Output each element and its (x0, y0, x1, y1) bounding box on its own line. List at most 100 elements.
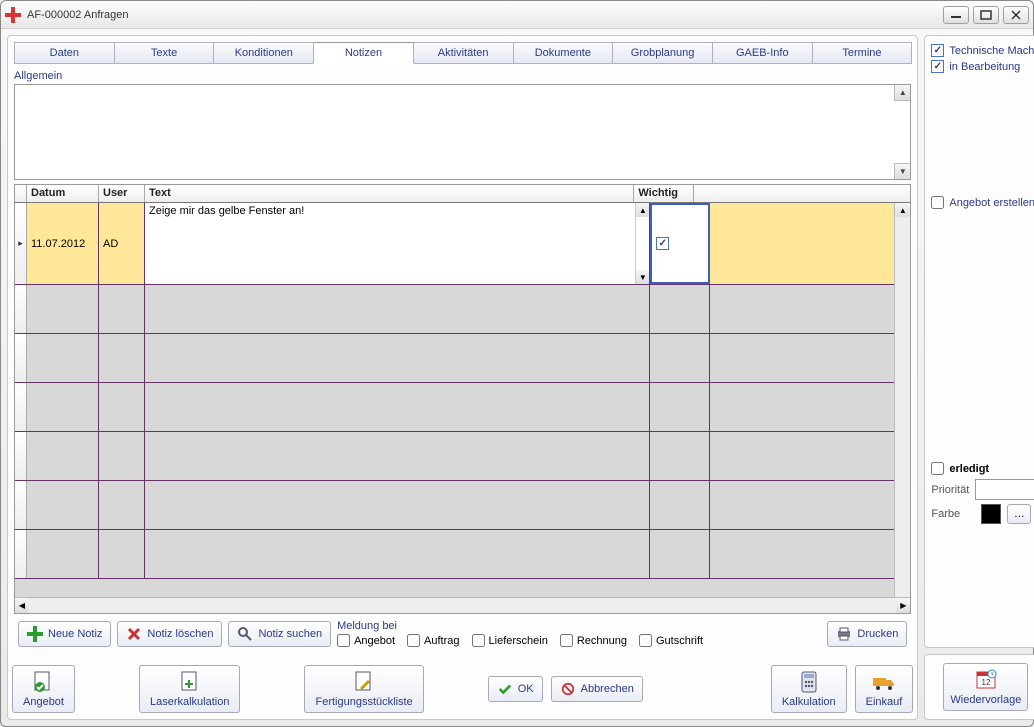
search-icon (237, 626, 253, 642)
window-controls (943, 6, 1029, 24)
chk-angebot-erstellen[interactable]: Angebot erstellen (931, 196, 1034, 209)
btn-label: Kalkulation (782, 696, 836, 708)
checkbox[interactable] (560, 634, 573, 647)
tab-konditionen[interactable]: Konditionen (213, 42, 314, 64)
header-text[interactable]: Text (145, 185, 634, 202)
color-swatch[interactable] (981, 504, 1001, 524)
minimize-button[interactable] (943, 6, 969, 24)
document-plus-icon (178, 670, 202, 694)
grid-hscroll[interactable]: ◀ ▶ (15, 597, 910, 613)
delete-note-button[interactable]: Notiz löschen (117, 621, 222, 647)
chk-lieferschein[interactable]: Lieferschein (472, 634, 548, 647)
btn-label: Fertigungsstückliste (315, 696, 412, 708)
allgemein-label: Allgemein (14, 70, 911, 82)
close-button[interactable] (1003, 6, 1029, 24)
btn-label: Angebot (23, 696, 64, 708)
tab-grobplanung[interactable]: Grobplanung (612, 42, 713, 64)
kalkulation-button[interactable]: Kalkulation (771, 665, 847, 713)
document-check-icon (31, 670, 55, 694)
tab-texte[interactable]: Texte (114, 42, 215, 64)
cell-text-value: Zeige mir das gelbe Fenster an! (149, 205, 304, 217)
btn-label: OK (518, 683, 534, 695)
chk-erledigt[interactable]: erledigt (931, 462, 1034, 475)
header-rest (694, 185, 894, 202)
tabbar: Daten Texte Konditionen Notizen Aktivitä… (8, 36, 917, 64)
checkbox-checked-icon[interactable]: ✓ (931, 60, 944, 73)
side-panel: ✓ Technische Machbarkeit ✓ in Bearbeitun… (924, 35, 1034, 720)
btn-label: Wiedervorlage (950, 694, 1021, 706)
checkbox[interactable] (639, 634, 652, 647)
farbe-label: Farbe (931, 508, 975, 520)
wichtig-checkbox[interactable]: ✓ (656, 237, 669, 250)
checkbox[interactable] (931, 462, 944, 475)
checkbox[interactable] (472, 634, 485, 647)
checkbox[interactable] (337, 634, 350, 647)
einkauf-button[interactable]: Einkauf (855, 665, 914, 713)
scroll-left-icon[interactable]: ◀ (15, 598, 29, 613)
empty-row (15, 530, 910, 579)
header-user[interactable]: User (99, 185, 145, 202)
search-note-button[interactable]: Notiz suchen (228, 621, 331, 647)
scroll-down-icon[interactable]: ▼ (894, 163, 910, 179)
new-note-button[interactable]: Neue Notiz (18, 621, 111, 647)
notes-toolbar: Neue Notiz Notiz löschen Notiz suchen (14, 614, 911, 653)
scroll-up-icon[interactable]: ▲ (636, 203, 649, 217)
header-scroll (894, 185, 910, 202)
allgemein-textarea[interactable]: ▲ ▼ (14, 84, 911, 180)
header-datum[interactable]: Datum (27, 185, 99, 202)
cell-text-scroll[interactable]: ▲▼ (635, 203, 649, 284)
ok-button[interactable]: OK (488, 676, 543, 702)
cell-wichtig[interactable]: ✓ (650, 203, 710, 284)
window-title: AF-000002 Anfragen (27, 9, 129, 21)
chk-in-bearbeitung[interactable]: ✓ in Bearbeitung (931, 60, 1034, 73)
tab-aktivitaeten[interactable]: Aktivitäten (413, 42, 514, 64)
wiedervorlage-button[interactable]: 12 Wiedervorlage (943, 663, 1028, 711)
chk-angebot[interactable]: Angebot (337, 634, 395, 647)
checkbox[interactable] (407, 634, 420, 647)
grid-vscroll[interactable]: ▲ (894, 203, 910, 597)
chk-technische-machbarkeit[interactable]: ✓ Technische Machbarkeit (931, 44, 1034, 57)
scroll-up-icon[interactable]: ▲ (895, 203, 910, 217)
chk-rechnung[interactable]: Rechnung (560, 634, 627, 647)
scroll-up-icon[interactable]: ▲ (894, 85, 910, 101)
app-window: AF-000002 Anfragen Daten Texte Kondition… (0, 0, 1034, 727)
fertigungsstueckliste-button[interactable]: Fertigungsstückliste (304, 665, 423, 713)
prioritaet-input[interactable] (975, 479, 1034, 500)
current-row-icon: ▸ (18, 238, 23, 249)
cancel-button[interactable]: Abbrechen (551, 676, 643, 702)
maximize-button[interactable] (973, 6, 999, 24)
empty-row (15, 383, 910, 432)
chk-auftrag[interactable]: Auftrag (407, 634, 459, 647)
side-top: ✓ Technische Machbarkeit ✓ in Bearbeitun… (924, 35, 1034, 648)
btn-label: Abbrechen (581, 683, 634, 695)
color-picker-button[interactable]: … (1007, 504, 1031, 524)
bottom-toolbar: Angebot Laserkalkulation Fertigungsstück… (8, 659, 917, 719)
scroll-right-icon[interactable]: ▶ (896, 598, 910, 613)
scroll-down-icon[interactable]: ▼ (636, 270, 649, 284)
chk-gutschrift[interactable]: Gutschrift (639, 634, 703, 647)
tab-daten[interactable]: Daten (14, 42, 115, 64)
main-panel: Daten Texte Konditionen Notizen Aktivitä… (7, 35, 918, 720)
cell-user[interactable]: AD (99, 203, 145, 284)
prioritaet-row: Priorität (931, 479, 1034, 500)
tab-gaeb-info[interactable]: GAEB-Info (712, 42, 813, 64)
app-icon (5, 7, 21, 23)
laserkalkulation-button[interactable]: Laserkalkulation (139, 665, 241, 713)
btn-label: Notiz löschen (147, 628, 213, 640)
angebot-button[interactable]: Angebot (12, 665, 75, 713)
farbe-row: Farbe … (931, 504, 1034, 524)
grid-header: Datum User Text Wichtig (15, 185, 910, 203)
print-button[interactable]: Drucken (827, 621, 907, 647)
meldung-group: Meldung bei Angebot Auftrag Lieferschein… (337, 620, 821, 647)
tab-notizen[interactable]: Notizen (313, 42, 414, 64)
prohibit-icon (560, 681, 576, 697)
cell-text[interactable]: Zeige mir das gelbe Fenster an! ▲▼ (145, 203, 650, 284)
delete-icon (126, 626, 142, 642)
tab-termine[interactable]: Termine (812, 42, 913, 64)
tab-dokumente[interactable]: Dokumente (513, 42, 614, 64)
cell-datum[interactable]: 11.07.2012 (27, 203, 99, 284)
checkbox-checked-icon[interactable]: ✓ (931, 44, 944, 57)
header-wichtig[interactable]: Wichtig (634, 185, 694, 202)
table-row[interactable]: ▸ 11.07.2012 AD Zeige mir das gelbe Fens… (15, 203, 910, 285)
checkbox[interactable] (931, 196, 944, 209)
